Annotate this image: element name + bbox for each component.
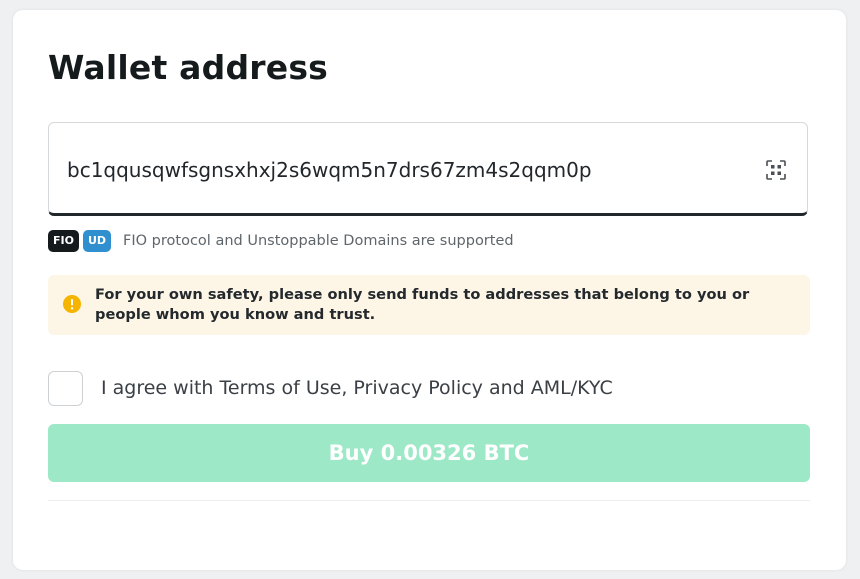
qr-scan-icon[interactable] (765, 159, 787, 181)
buy-button[interactable]: Buy 0.00326 BTC (48, 424, 810, 482)
fio-badge: FIO (48, 230, 79, 252)
wallet-address-field-container (48, 122, 808, 216)
divider (48, 500, 810, 501)
wallet-address-card: Wallet address FIO UD FIO protocol and U… (13, 10, 846, 570)
agree-checkbox[interactable] (48, 370, 83, 406)
safety-warning-text: For your own safety, please only send fu… (95, 286, 750, 323)
ud-badge: UD (82, 230, 112, 252)
agree-label[interactable]: I agree with Terms of Use, Privacy Polic… (101, 377, 613, 399)
agreement-row: I agree with Terms of Use, Privacy Polic… (48, 370, 613, 406)
safety-warning: For your own safety, please only send fu… (48, 275, 810, 335)
supported-protocols-row: FIO UD FIO protocol and Unstoppable Doma… (48, 229, 514, 253)
page-title: Wallet address (48, 48, 329, 87)
warning-icon (63, 295, 81, 313)
wallet-address-input[interactable] (67, 153, 747, 187)
supported-protocols-text: FIO protocol and Unstoppable Domains are… (123, 233, 514, 249)
